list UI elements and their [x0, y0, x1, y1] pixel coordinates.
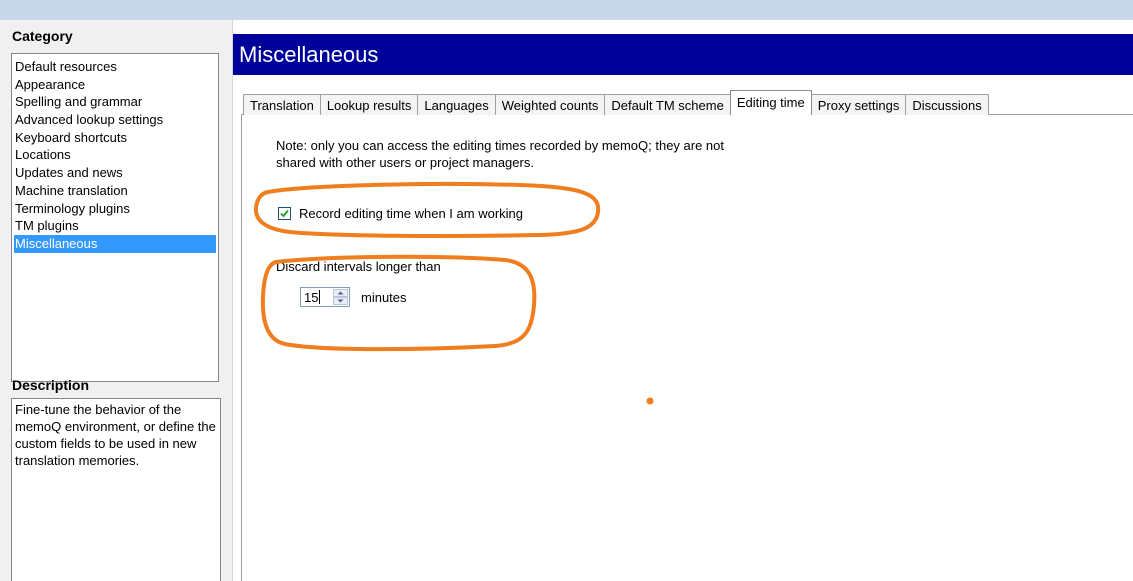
category-item-terminology-plugins[interactable]: Terminology plugins	[14, 200, 216, 218]
tab-languages[interactable]: Languages	[417, 94, 496, 115]
page-title: Miscellaneous	[233, 34, 1133, 75]
tab-editing-time[interactable]: Editing time	[729, 90, 812, 115]
category-item-tm-plugins[interactable]: TM plugins	[14, 217, 216, 235]
category-item-updates-and-news[interactable]: Updates and news	[14, 164, 216, 182]
tab-strip: Translation Lookup results Languages Wei…	[243, 90, 989, 115]
discard-minutes-value[interactable]: 15	[301, 290, 318, 305]
description-text: Fine-tune the behavior of the memoQ envi…	[11, 398, 221, 581]
tab-discussions[interactable]: Discussions	[905, 94, 989, 115]
tab-weighted-counts[interactable]: Weighted counts	[494, 94, 606, 115]
minutes-label: minutes	[361, 289, 407, 305]
tab-lookup-results[interactable]: Lookup results	[319, 94, 419, 115]
spin-buttons	[333, 289, 348, 305]
category-item-default-resources[interactable]: Default resources	[14, 58, 216, 76]
note-line-1: Note: only you can access the editing ti…	[276, 138, 725, 153]
category-item-advanced-lookup-settings[interactable]: Advanced lookup settings	[14, 111, 216, 129]
checkmark-icon	[280, 209, 289, 218]
tab-default-tm-scheme[interactable]: Default TM scheme	[604, 94, 731, 115]
category-item-machine-translation[interactable]: Machine translation	[14, 182, 216, 200]
category-heading: Category	[12, 28, 73, 44]
settings-content: Translation Lookup results Languages Wei…	[233, 75, 1133, 581]
category-item-appearance[interactable]: Appearance	[14, 76, 216, 94]
window-top-strip	[0, 0, 1133, 20]
note-text: Note: only you can access the editing ti…	[276, 137, 836, 171]
discard-minutes-stepper[interactable]: 15	[300, 287, 350, 307]
category-item-keyboard-shortcuts[interactable]: Keyboard shortcuts	[14, 129, 216, 147]
category-item-locations[interactable]: Locations	[14, 146, 216, 164]
description-heading: Description	[12, 377, 90, 393]
record-editing-time-label[interactable]: Record editing time when I am working	[299, 206, 523, 221]
tab-proxy-settings[interactable]: Proxy settings	[810, 94, 907, 115]
record-editing-time-checkbox[interactable]	[278, 207, 291, 220]
spin-up-button[interactable]	[333, 289, 348, 297]
category-item-spelling-and-grammar[interactable]: Spelling and grammar	[14, 93, 216, 111]
category-list[interactable]: Default resources Appearance Spelling an…	[11, 53, 219, 382]
note-line-2: shared with other users or project manag…	[276, 155, 534, 170]
spin-down-button[interactable]	[333, 297, 348, 305]
tab-translation[interactable]: Translation	[243, 94, 321, 115]
options-window: Category Default resources Appearance Sp…	[0, 0, 1133, 581]
category-item-miscellaneous[interactable]: Miscellaneous	[14, 234, 216, 253]
text-caret	[319, 290, 321, 304]
tab-page-border-left	[241, 114, 242, 581]
chevron-down-icon	[337, 299, 344, 303]
discard-intervals-label: Discard intervals longer than	[276, 259, 441, 274]
record-editing-time-option[interactable]: Record editing time when I am working	[278, 206, 523, 221]
discard-interval-row: 15 minutes	[300, 287, 407, 307]
chevron-up-icon	[337, 291, 344, 295]
